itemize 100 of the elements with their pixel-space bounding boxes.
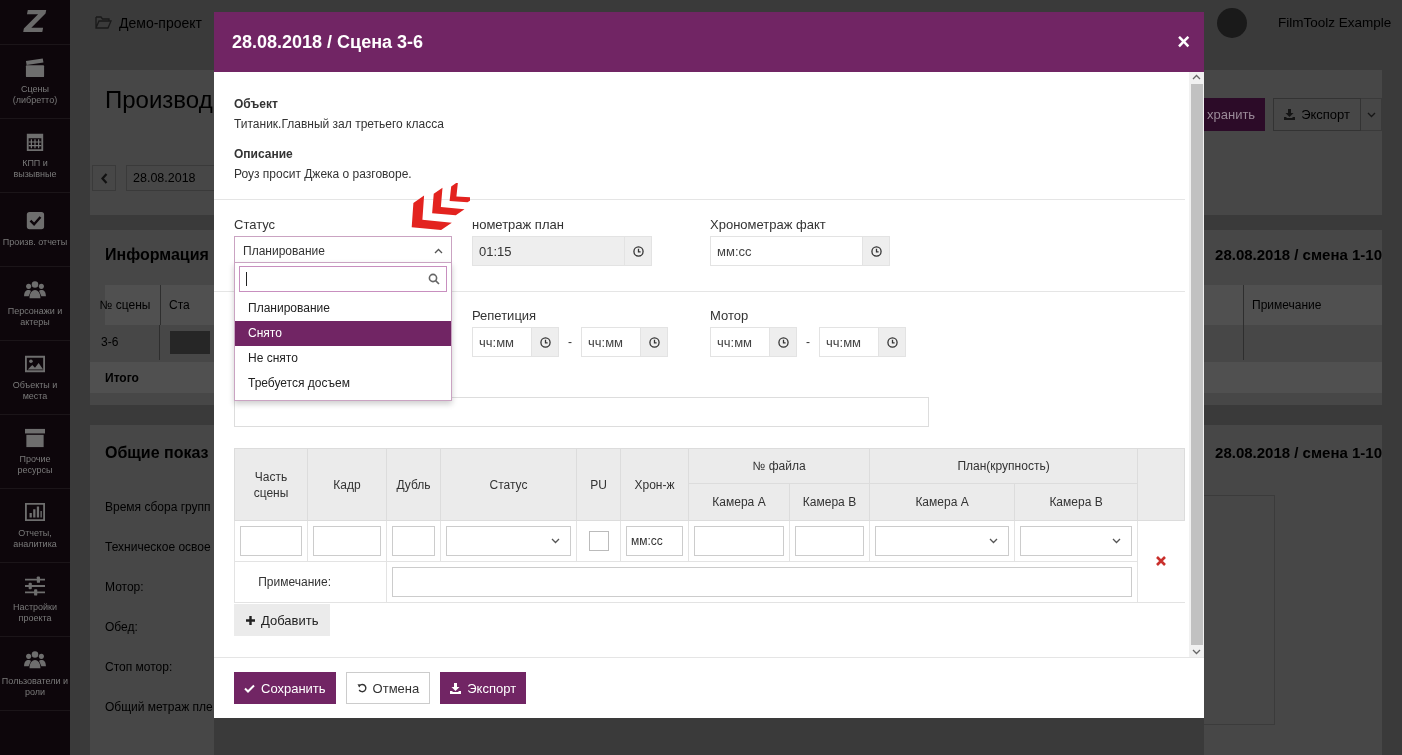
time-field[interactable]: чч:мм — [581, 327, 640, 357]
check-icon — [244, 683, 255, 693]
time-field[interactable]: чч:мм — [710, 327, 769, 357]
dropdown-option[interactable]: Снято — [235, 321, 451, 346]
field-value: Титаник.Главный зал третьего класса — [234, 116, 445, 132]
text-field[interactable] — [234, 397, 929, 427]
caret-icon — [1112, 538, 1122, 544]
scrollbar[interactable] — [1189, 72, 1204, 657]
text-field[interactable] — [694, 526, 784, 556]
column-header: Камера В — [1014, 483, 1138, 521]
clock-icon — [539, 336, 551, 348]
people-icon — [24, 279, 46, 300]
field-label: Примечание: — [258, 575, 331, 589]
clock-icon — [886, 336, 898, 348]
select-field[interactable] — [875, 526, 1009, 556]
caret-icon — [434, 248, 443, 254]
save-button[interactable]: Сохранить — [234, 672, 336, 704]
time-field[interactable]: чч:мм — [472, 327, 531, 357]
close-button[interactable]: × — [1175, 31, 1192, 53]
caret-icon — [989, 538, 998, 544]
calendar-icon — [24, 131, 46, 152]
field-label: нометраж план — [472, 217, 564, 233]
text-field[interactable]: мм:сс — [626, 526, 683, 556]
dropdown-option[interactable]: Требуется досъем — [235, 371, 451, 396]
previous-button[interactable] — [92, 165, 116, 191]
field-label: Мотор — [710, 308, 749, 324]
stat-label: Обед: — [105, 620, 138, 634]
clock-icon — [870, 245, 882, 257]
clock-icon — [648, 336, 660, 348]
stat-label: Мотор: — [105, 580, 144, 594]
delete-icon[interactable] — [1156, 555, 1167, 566]
time-field[interactable]: мм:сс — [710, 236, 862, 266]
column-header: Часть сцены — [234, 448, 308, 521]
caret-icon — [1192, 74, 1201, 80]
download-icon — [1284, 109, 1296, 120]
clock-button[interactable] — [531, 327, 559, 357]
column-header: № сцены — [90, 285, 161, 325]
range-separator: - — [805, 335, 811, 349]
text-field[interactable] — [795, 526, 864, 556]
column-header: Хрон-ж — [620, 448, 689, 521]
text-field[interactable] — [240, 526, 302, 556]
range-separator: - — [567, 335, 573, 349]
stat-label: Техническое освое — [105, 540, 211, 554]
save-button[interactable]: хранить — [1204, 98, 1266, 131]
time-field[interactable]: чч:мм — [819, 327, 878, 357]
section-title: Общие показ — [105, 443, 210, 463]
download-icon — [450, 682, 462, 694]
plus-icon — [246, 615, 255, 625]
caret-icon — [551, 538, 560, 544]
clock-button[interactable] — [862, 236, 890, 266]
folder-icon — [95, 16, 112, 29]
image-icon — [24, 353, 46, 374]
note-field[interactable] — [392, 567, 1133, 597]
clock-button[interactable] — [769, 327, 797, 357]
checkbox[interactable] — [588, 531, 609, 551]
column-header: Дубль — [386, 448, 441, 521]
sliders-icon — [24, 575, 46, 596]
stat-label: Стоп мотор: — [105, 660, 173, 674]
modal-title: 28.08.2018 / Сцена 3-6 — [232, 31, 424, 53]
status-badge — [170, 331, 210, 354]
clock-icon — [632, 245, 644, 257]
column-header: Примечание — [1243, 285, 1382, 325]
field-label: Описание — [234, 146, 294, 162]
dropdown-option[interactable]: Планирование — [235, 296, 451, 321]
search-icon — [428, 273, 440, 285]
total-row: Итого — [90, 362, 214, 393]
clock-button[interactable] — [640, 327, 668, 357]
column-header: PU — [576, 448, 621, 521]
text-field[interactable] — [313, 526, 381, 556]
dropdown-button[interactable] — [1361, 98, 1382, 131]
bar-chart-icon — [24, 501, 46, 522]
dropdown-option[interactable]: Не снято — [235, 346, 451, 371]
search-field[interactable] — [239, 266, 447, 292]
field-label: Хронометраж факт — [710, 217, 826, 233]
column-header: Ста — [168, 298, 190, 312]
add-button[interactable]: Добавить — [234, 604, 331, 636]
column-header: Камера А — [688, 483, 790, 521]
people-icon — [24, 649, 46, 670]
clapperboard-icon — [24, 57, 46, 78]
section-subtitle: 28.08.2018 / смена 1-10 — [1214, 443, 1382, 463]
column-header: Статус — [440, 448, 577, 521]
caret-icon — [1192, 649, 1201, 655]
column-header: № файла — [688, 448, 870, 484]
section-subtitle: 28.08.2018 / смена 1-10 — [1214, 245, 1382, 265]
checkbox-icon — [24, 211, 46, 232]
field-label: Объект — [234, 96, 279, 112]
page-title: Производ — [105, 86, 214, 114]
section-title: Информация — [105, 245, 210, 265]
table-cell: 3-6 — [90, 325, 160, 360]
column-header: Камера А — [869, 483, 1015, 521]
text-field[interactable] — [392, 526, 435, 556]
select-field[interactable] — [1020, 526, 1133, 556]
field-label: Репетиция — [472, 308, 537, 324]
cancel-button[interactable]: Отмена — [345, 672, 431, 704]
export-button[interactable]: Экспорт — [440, 672, 527, 704]
clock-button[interactable] — [624, 236, 652, 266]
select-field[interactable] — [446, 526, 571, 556]
logo[interactable]: Z — [24, 7, 46, 37]
avatar[interactable] — [1217, 7, 1247, 38]
clock-button[interactable] — [878, 327, 906, 357]
